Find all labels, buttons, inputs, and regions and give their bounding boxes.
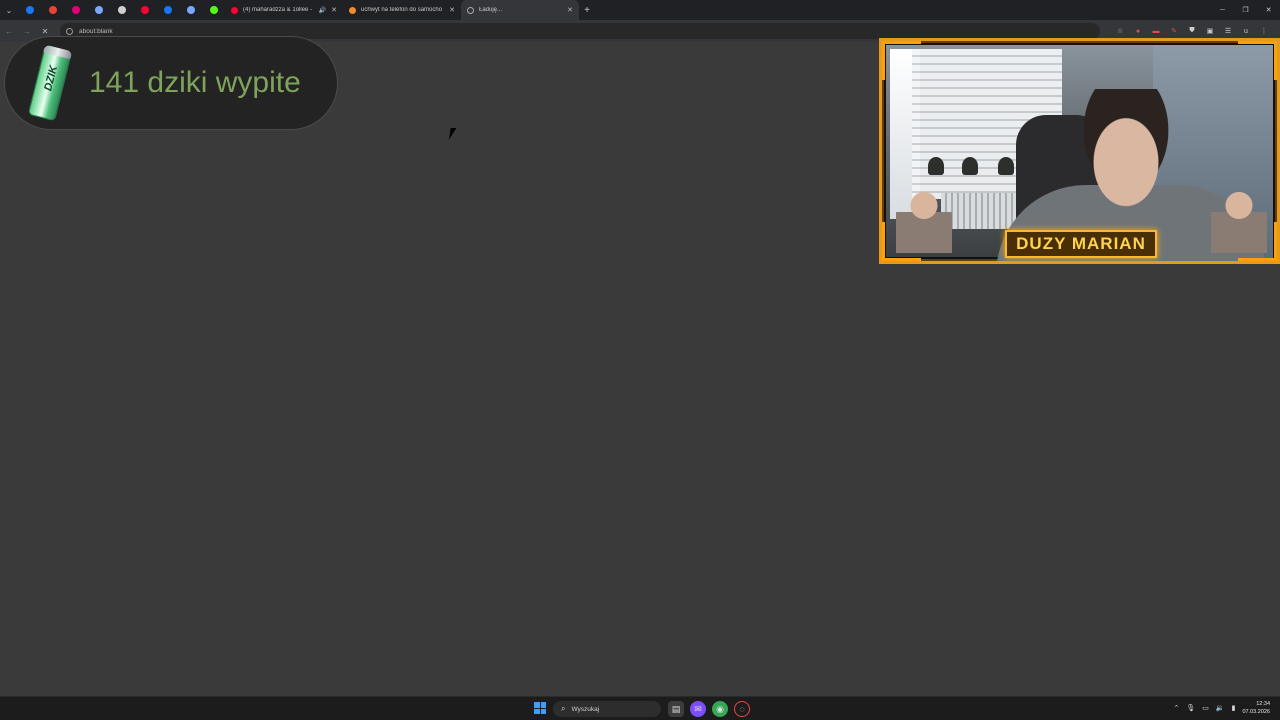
back-arrow-icon[interactable]: ← [0, 27, 18, 36]
app-icon[interactable]: ◌ [734, 701, 750, 717]
tab-title: uchwyt na telefon do samocho [361, 7, 443, 13]
energy-drink-can-icon: DZIK [23, 43, 77, 122]
screen: ⌄ (4) maharadzza & 1ollee - 🔊 ✕ uchwyt n… [0, 0, 1280, 720]
profile-avatar-icon[interactable]: u [1240, 23, 1252, 39]
tab-title: (4) maharadzza & 1ollee - [243, 7, 313, 13]
extension-shield-icon[interactable]: ⛊ [1186, 23, 1198, 39]
extension-red-icon[interactable]: ● [1132, 23, 1144, 39]
minimize-icon[interactable]: ─ [1211, 0, 1234, 20]
webcam-feed [886, 45, 1273, 261]
windows-taskbar: ⌕ Wyszukaj ▤ ✉ ◉ ◌ ⌃ 🎙 ▭ 🔉 ▮ 12:34 07.03… [0, 696, 1280, 720]
tab-youtube-stream[interactable]: (4) maharadzza & 1ollee - 🔊 ✕ [225, 0, 343, 20]
pinned-tab-generic[interactable] [87, 0, 110, 20]
extension-pen-icon[interactable]: ✎ [1168, 23, 1180, 39]
streamer-nameplate: DUZY MARIAN [1005, 230, 1157, 258]
pinned-tab-tmobile-favicon-icon [71, 6, 80, 14]
radiator [941, 193, 1021, 229]
pinned-tab-facebook-2-favicon-icon [163, 6, 172, 14]
clock-date: 07.03.2026 [1242, 709, 1270, 715]
close-tab-icon[interactable]: ✕ [331, 6, 337, 14]
taskbar-apps: ▤ ✉ ◉ ◌ [668, 701, 750, 717]
browser-tab-strip: ⌄ (4) maharadzza & 1ollee - 🔊 ✕ uchwyt n… [0, 0, 1280, 20]
pinned-tab-gmail[interactable] [41, 0, 64, 20]
loading-spinner-icon [467, 6, 474, 14]
drink-counter-text: 141 dziki wypite [89, 66, 301, 99]
pinned-tab-kick[interactable] [202, 0, 225, 20]
system-clock[interactable]: 12:34 07.03.2026 [1242, 700, 1270, 716]
pinned-tab-kick-favicon-icon [209, 6, 218, 14]
close-tab-icon[interactable]: ✕ [567, 6, 573, 14]
pinned-tab-facebook[interactable] [18, 0, 41, 20]
pinned-tab-facebook-2[interactable] [156, 0, 179, 20]
stop-loading-icon[interactable]: ✕ [36, 27, 54, 36]
pinned-tab-chatgpt[interactable] [110, 0, 133, 20]
pinned-tab-chatgpt-favicon-icon [117, 6, 126, 14]
battery-icon[interactable]: ▮ [1232, 704, 1236, 712]
shop-favicon-icon [349, 6, 356, 14]
pinned-tab-generic-2-favicon-icon [186, 6, 195, 14]
taskbar-search-box[interactable]: ⌕ Wyszukaj [553, 701, 661, 717]
extensions-area: ☆ ● ▬ ✎ ⛊ ▣ ☰ u ⋮ [1114, 23, 1270, 39]
tab-search-chevron-icon[interactable]: ⌄ [0, 0, 18, 20]
new-tab-button[interactable]: + [579, 5, 595, 16]
pinned-tab-generic-2[interactable] [179, 0, 202, 20]
menu-kebab-icon[interactable]: ⋮ [1258, 23, 1270, 39]
media-control-icon[interactable]: ☰ [1222, 23, 1234, 39]
pinned-tab-facebook-favicon-icon [25, 6, 34, 14]
tray-chevron-icon[interactable]: ⌃ [1174, 704, 1180, 712]
tab-title: Ładuję... [479, 7, 503, 13]
address-text: about:blank [79, 27, 113, 35]
clock-time: 12:34 [1256, 701, 1270, 707]
site-info-icon[interactable] [66, 27, 73, 35]
window-controls: ─ ❐ ✕ [1211, 0, 1280, 20]
streamer-head [1072, 89, 1180, 207]
forward-arrow-icon[interactable]: → [18, 27, 36, 36]
pinned-tab-generic-favicon-icon [94, 6, 103, 14]
pinned-tab-youtube[interactable] [133, 0, 156, 20]
extensions-puzzle-icon[interactable]: ▣ [1204, 23, 1216, 39]
tab-loading-active[interactable]: Ładuję... ✕ [461, 0, 579, 20]
chrome-icon[interactable]: ◉ [712, 701, 728, 717]
volume-icon[interactable]: 🔉 [1216, 704, 1225, 712]
bookmark-star-icon[interactable]: ☆ [1114, 23, 1126, 39]
tab-phone-holder[interactable]: uchwyt na telefon do samocho ✕ [343, 0, 461, 20]
search-icon: ⌕ [561, 704, 566, 713]
search-placeholder: Wyszukaj [571, 705, 600, 713]
close-window-icon[interactable]: ✕ [1257, 0, 1280, 20]
extension-record-icon[interactable]: ▬ [1150, 23, 1162, 39]
pinned-tab-tmobile[interactable] [64, 0, 87, 20]
speaker-icon[interactable]: 🔊 [319, 7, 326, 14]
webcam-overlay: DUZY MARIAN [879, 38, 1280, 264]
pinned-tab-youtube-favicon-icon [140, 6, 149, 14]
drink-counter-overlay: DZIK 141 dziki wypite [4, 36, 338, 130]
close-tab-icon[interactable]: ✕ [449, 6, 455, 14]
maximize-icon[interactable]: ❐ [1234, 0, 1257, 20]
system-tray: ⌃ 🎙 ▭ 🔉 ▮ 12:34 07.03.2026 [1174, 700, 1271, 716]
file-explorer-icon[interactable]: ▤ [668, 701, 684, 717]
messenger-icon[interactable]: ✉ [690, 701, 706, 717]
youtube-favicon-icon [231, 6, 238, 14]
windows-start-icon[interactable] [534, 702, 546, 714]
microphone-icon[interactable]: 🎙 [1186, 704, 1195, 712]
network-icon[interactable]: ▭ [1202, 704, 1209, 712]
pinned-tab-gmail-favicon-icon [48, 6, 57, 14]
